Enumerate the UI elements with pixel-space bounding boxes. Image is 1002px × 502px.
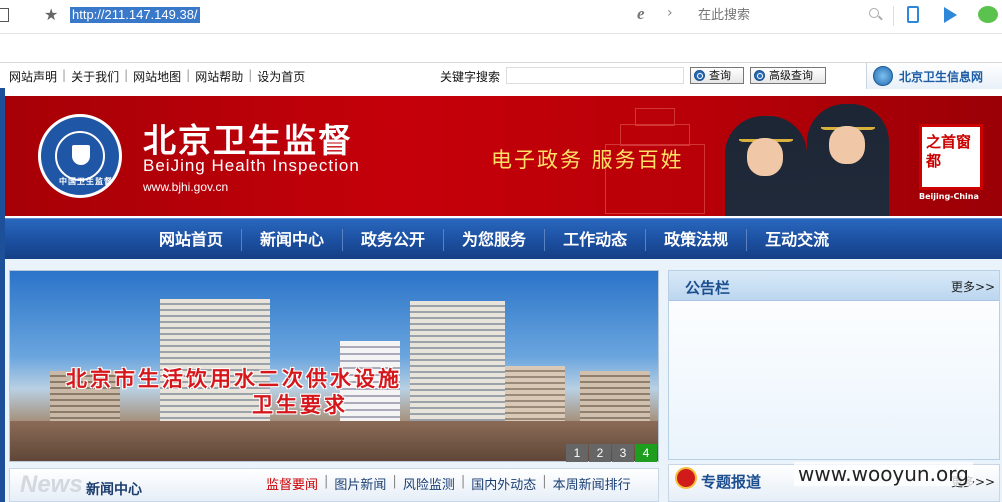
news-ghost-text: News bbox=[20, 471, 83, 498]
nav-news-center[interactable]: 新闻中心 bbox=[242, 228, 344, 251]
header-banner: 中国卫生监督 北京卫生监督 BeiJing Health Inspection … bbox=[5, 96, 1002, 216]
magnifier-icon bbox=[754, 70, 765, 81]
site-subtitle: BeiJing Health Inspection bbox=[143, 156, 360, 175]
nav-home[interactable]: 网站首页 bbox=[141, 228, 243, 251]
keyword-search-label: 关键字搜索 bbox=[440, 70, 501, 84]
tab-risk-monitoring[interactable]: 风险监测 bbox=[397, 474, 461, 493]
shield-icon bbox=[72, 145, 90, 165]
advanced-query-label: 高级查询 bbox=[769, 69, 813, 82]
health-network-logo-icon bbox=[873, 66, 893, 86]
news-center-header: News 新闻中心 监督要闻 | 图片新闻 | 风险监测 | 国内外动态 | 本… bbox=[9, 468, 659, 502]
browser-search-input[interactable] bbox=[698, 6, 878, 24]
news-tabs: 监督要闻 | 图片新闻 | 风险监测 | 国内外动态 | 本周新闻排行 bbox=[260, 474, 637, 493]
browser-toolbar: ★ http://211.147.149.38/ e › bbox=[0, 0, 1002, 34]
nav-government-affairs[interactable]: 政务公开 bbox=[343, 228, 445, 251]
link-about[interactable]: 关于我们 bbox=[66, 68, 124, 85]
toolbar-divider bbox=[893, 6, 894, 26]
notice-board: 公告栏 更多>> bbox=[668, 270, 1000, 460]
stamp-subtitle: Beijing-China bbox=[919, 192, 979, 201]
magnifier-icon bbox=[694, 70, 705, 81]
slide-page-2[interactable]: 2 bbox=[589, 444, 611, 462]
ie-compat-icon[interactable]: e bbox=[637, 4, 645, 24]
notice-header: 公告栏 更多>> bbox=[669, 271, 999, 301]
query-button[interactable]: 查询 bbox=[690, 67, 744, 84]
tab-inspection-news[interactable]: 监督要闻 bbox=[260, 474, 324, 493]
slide-page-3[interactable]: 3 bbox=[612, 444, 634, 462]
link-statement[interactable]: 网站声明 bbox=[4, 68, 62, 85]
stamp-text: 之首窗都 bbox=[926, 133, 972, 170]
officer-female-figure bbox=[725, 116, 807, 216]
officers-illustration bbox=[703, 98, 913, 216]
health-network-link[interactable]: 北京卫生信息网 bbox=[866, 63, 1002, 89]
search-icon[interactable] bbox=[869, 8, 879, 18]
link-help[interactable]: 网站帮助 bbox=[190, 68, 248, 85]
site-url: www.bjhi.gov.cn bbox=[143, 180, 229, 194]
slide-caption-line2: 卫生要求 bbox=[252, 393, 348, 417]
main-nav: 网站首页 新闻中心 政务公开 为您服务 工作动态 政策法规 互动交流 bbox=[5, 218, 1002, 259]
emblem-text: 中国卫生监督 bbox=[59, 177, 113, 186]
health-inspection-emblem-icon: 中国卫生监督 bbox=[38, 114, 122, 198]
slide-page-4[interactable]: 4 bbox=[635, 444, 657, 462]
link-set-homepage[interactable]: 设为首页 bbox=[252, 68, 310, 85]
health-network-label: 北京卫生信息网 bbox=[899, 70, 984, 84]
officer-male-figure bbox=[807, 104, 889, 216]
address-bar-url[interactable]: http://211.147.149.38/ bbox=[70, 7, 200, 23]
slideshow-pager: 1 2 3 4 bbox=[565, 444, 657, 462]
tab-weekly-ranking[interactable]: 本周新闻排行 bbox=[547, 474, 637, 493]
chevron-right-icon[interactable]: › bbox=[667, 5, 673, 21]
chat-icon[interactable] bbox=[978, 6, 998, 23]
page-top-spacer bbox=[0, 34, 1002, 62]
notice-title: 公告栏 bbox=[685, 279, 731, 297]
capital-window-stamp: 之首窗都 bbox=[919, 124, 983, 190]
ground-image bbox=[10, 421, 658, 461]
watermark-text: www.wooyun.org bbox=[794, 462, 973, 486]
play-icon[interactable] bbox=[944, 7, 957, 23]
slide-page-1[interactable]: 1 bbox=[566, 444, 588, 462]
query-button-label: 查询 bbox=[709, 69, 731, 82]
main-nav-items: 网站首页 新闻中心 政务公开 为您服务 工作动态 政策法规 互动交流 bbox=[141, 219, 847, 260]
featured-slideshow[interactable]: 北京市生活饮用水二次供水设施 卫生要求 bbox=[9, 270, 659, 462]
notice-more-link[interactable]: 更多>> bbox=[951, 278, 995, 295]
award-ribbon-icon bbox=[675, 467, 697, 489]
keyword-search-input[interactable] bbox=[506, 67, 684, 84]
top-links-bar: 网站声明 | 关于我们 | 网站地图 | 网站帮助 | 设为首页 关键字搜索 查… bbox=[0, 62, 1002, 89]
building-image bbox=[410, 301, 505, 439]
site-title: 北京卫生监督 bbox=[143, 121, 353, 160]
top-links: 网站声明 | 关于我们 | 网站地图 | 网站帮助 | 设为首页 bbox=[4, 68, 310, 85]
bookmark-star-icon[interactable]: ★ bbox=[44, 5, 58, 24]
nav-policies[interactable]: 政策法规 bbox=[646, 228, 748, 251]
emblem-inner-ring bbox=[55, 131, 105, 181]
tab-domestic-foreign[interactable]: 国内外动态 bbox=[465, 474, 542, 493]
nav-interaction[interactable]: 互动交流 bbox=[747, 229, 847, 251]
nav-work-updates[interactable]: 工作动态 bbox=[545, 228, 647, 251]
slide-caption-line1: 北京市生活饮用水二次供水设施 bbox=[66, 367, 402, 391]
banner-slogan: 电子政务 服务百姓 bbox=[491, 148, 684, 172]
nav-services[interactable]: 为您服务 bbox=[444, 228, 546, 251]
mobile-icon[interactable] bbox=[907, 6, 919, 23]
link-sitemap[interactable]: 网站地图 bbox=[128, 68, 186, 85]
sidebar-toggle-icon[interactable] bbox=[0, 8, 9, 22]
news-center-title: 新闻中心 bbox=[86, 482, 142, 498]
special-reports-title: 专题报道 bbox=[701, 473, 762, 491]
tab-photo-news[interactable]: 图片新闻 bbox=[328, 474, 392, 493]
advanced-query-button[interactable]: 高级查询 bbox=[750, 67, 826, 84]
